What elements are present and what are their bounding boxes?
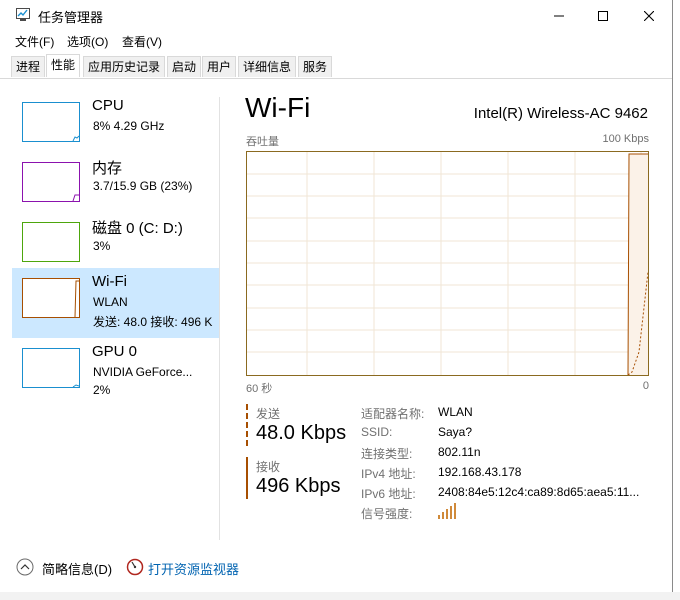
fewer-details-link[interactable]: 简略信息(D) <box>42 559 112 578</box>
resource-detail-usage: 2% <box>93 383 111 397</box>
footer-bar: 简略信息(D) 打开资源监视器 <box>0 548 672 586</box>
disk-mini-graph <box>22 222 80 262</box>
resource-name: CPU <box>92 97 124 114</box>
receive-label: 接收 <box>256 460 281 474</box>
resource-detail-rate: 发送: 48.0 接收: 496 K <box>93 315 213 329</box>
cpu-sparkline <box>72 135 80 142</box>
prop-key-adapter-name: 适配器名称: <box>361 407 425 421</box>
window-title: 任务管理器 <box>38 10 104 25</box>
tab-details[interactable]: 详细信息 <box>238 56 297 77</box>
gpu-mini-graph <box>22 348 80 388</box>
resource-name: 内存 <box>92 160 123 177</box>
detail-title: Wi-Fi <box>245 92 311 123</box>
resource-detail: WLAN <box>93 295 128 309</box>
tab-startup[interactable]: 启动 <box>167 56 202 77</box>
resource-name: Wi-Fi <box>92 273 127 290</box>
send-label: 发送 <box>256 407 281 421</box>
graph-label-timespan: 60 秒 <box>246 383 273 395</box>
prop-key-connection-type: 连接类型: <box>361 447 413 461</box>
wifi-sparkline <box>74 280 79 318</box>
throughput-graph <box>246 151 649 376</box>
resource-name: GPU 0 <box>92 343 138 360</box>
prop-key-ssid: SSID: <box>361 425 393 439</box>
background-window-strip <box>0 592 680 600</box>
menu-file[interactable]: 文件(F) <box>15 33 54 50</box>
gpu-sparkline <box>72 384 80 388</box>
graph-label-max: 100 Kbps <box>602 133 649 145</box>
receive-value: 496 Kbps <box>256 475 341 497</box>
throughput-graph-grid <box>247 152 649 376</box>
graph-label-zero: 0 <box>642 380 649 392</box>
prop-key-ipv4: IPv4 地址: <box>361 467 416 481</box>
resource-detail: 3.7/15.9 GB (23%) <box>93 179 193 193</box>
wifi-mini-graph <box>22 278 80 318</box>
prop-value-adapter-name: WLAN <box>438 405 473 419</box>
maximize-button[interactable] <box>580 0 626 31</box>
resource-wifi[interactable]: Wi-Fi WLAN 发送: 48.0 接收: 496 K <box>12 268 219 338</box>
memory-mini-graph <box>22 162 80 202</box>
memory-sparkline <box>72 194 79 202</box>
resource-list: CPU 8% 4.29 GHz 内存 3.7/15.9 GB (23%) 磁盘 … <box>0 80 220 540</box>
task-manager-app-icon <box>16 8 30 21</box>
minimize-icon <box>554 15 564 16</box>
resource-gpu[interactable]: GPU 0 NVIDIA GeForce... 2% <box>12 338 219 408</box>
tab-performance[interactable]: 性能 <box>46 54 81 77</box>
maximize-icon <box>598 10 608 21</box>
cpu-mini-graph <box>22 102 80 142</box>
close-icon <box>644 10 654 21</box>
menu-options[interactable]: 选项(O) <box>67 33 108 50</box>
prop-value-ipv4: 192.168.43.178 <box>438 465 522 479</box>
signal-strength-icon <box>438 503 456 519</box>
menu-view[interactable]: 查看(V) <box>122 33 162 50</box>
open-resource-monitor-link[interactable]: 打开资源监视器 <box>148 559 239 578</box>
resource-name: 磁盘 0 (C: D:) <box>92 220 183 237</box>
tab-app-history[interactable]: 应用历史记录 <box>83 56 166 77</box>
task-manager-window: 任务管理器 文件(F) 选项(O) 查看(V) 进程 性能 应用历史记录 启动 … <box>0 0 673 593</box>
close-button[interactable] <box>626 0 672 31</box>
menu-bar: 文件(F) 选项(O) 查看(V) <box>0 31 672 51</box>
resource-detail: 8% 4.29 GHz <box>93 119 165 133</box>
prop-value-ipv6: 2408:84e5:12c4:ca89:8d65:aea5:11... <box>438 485 640 499</box>
wifi-detail-pane: Wi-Fi Intel(R) Wireless-AC 9462 吞吐量 100 … <box>232 80 672 540</box>
send-value: 48.0 Kbps <box>256 422 347 444</box>
resource-monitor-icon <box>126 558 144 576</box>
resource-detail: 3% <box>93 239 111 253</box>
tab-processes[interactable]: 进程 <box>11 56 46 77</box>
prop-value-ssid: Saya? <box>438 425 473 439</box>
tab-services[interactable]: 服务 <box>298 56 333 77</box>
tab-users[interactable]: 用户 <box>202 56 237 77</box>
pane-splitter[interactable] <box>219 97 220 540</box>
tab-bar: 进程 性能 应用历史记录 启动 用户 详细信息 服务 <box>0 54 672 79</box>
prop-key-ipv6: IPv6 地址: <box>361 487 416 501</box>
chevron-up-circle-icon[interactable] <box>16 558 34 576</box>
prop-value-connection-type: 802.11n <box>438 445 481 459</box>
prop-key-signal: 信号强度: <box>361 507 413 521</box>
title-bar[interactable]: 任务管理器 <box>0 0 672 31</box>
minimize-button[interactable] <box>536 0 582 31</box>
send-stat: 发送 48.0 Kbps <box>246 404 358 446</box>
receive-stat: 接收 496 Kbps <box>246 457 358 499</box>
adapter-name: Intel(R) Wireless-AC 9462 <box>473 105 648 122</box>
graph-label-throughput: 吞吐量 <box>246 136 279 148</box>
resource-detail: NVIDIA GeForce... <box>93 365 193 379</box>
